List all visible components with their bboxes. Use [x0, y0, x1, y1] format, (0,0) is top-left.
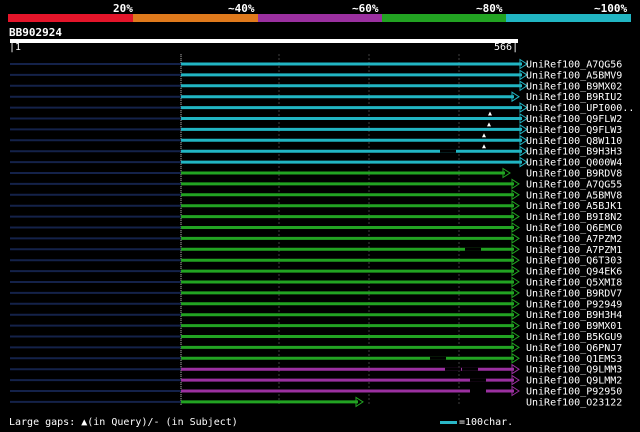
hit-label: UniRef100_A7QG56 [526, 60, 622, 71]
hit-label: UniRef100_A7QG55 [526, 179, 622, 190]
hit-label: UniRef100_B9MX02 [526, 81, 622, 92]
legend-label-20: 20% [113, 2, 133, 15]
legend-label-40: ~40% [228, 2, 255, 15]
hit-label: UniRef100_A7PZM2 [526, 234, 622, 245]
query-end-label: 566| [494, 42, 519, 53]
query-start-label: |1 [9, 42, 22, 53]
hit-label: UniRef100_A7PZM1 [526, 245, 622, 256]
hit-label: UniRef100_Q9LMM2 [526, 376, 622, 387]
hit-label: UniRef100_Q8W110 [526, 136, 622, 147]
identity-legend-bar [8, 14, 631, 22]
hit-label: UniRef100_B9MX01 [526, 321, 622, 332]
hit-label: UniRef100_B9RDV8 [526, 169, 622, 180]
hit-label: UniRef100_Q5XMI8 [526, 278, 622, 289]
hit-label: UniRef100_Q6PNJ7 [526, 343, 622, 354]
query-gap-marker [482, 144, 486, 149]
hit-label: UniRef100_Q9FLW2 [526, 114, 622, 125]
query-gap-marker [482, 133, 486, 138]
hit-label: UniRef100_P92950 [526, 387, 622, 398]
query-name: BB902924 [9, 26, 62, 39]
legend-seg-40 [133, 14, 258, 22]
gaps-legend: Large gaps: ▲(in Query)/- (in Subject) [9, 417, 238, 428]
hit-label: UniRef100_A5BMV8 [526, 190, 622, 201]
alignment-panel: UniRef100_A7QG56UniRef100_A5BMV9UniRef10… [10, 54, 634, 408]
query-bar [10, 39, 518, 43]
hit-label: UniRef100_B9RIU2 [526, 92, 622, 103]
scale-line [440, 420, 457, 424]
query-gap-marker [487, 122, 491, 127]
legend-seg-60 [258, 14, 382, 22]
hit-label: UniRef100_Q6T303 [526, 256, 622, 267]
hit-label: UniRef100_B9RDV7 [526, 288, 622, 299]
hit-label: UniRef100_B5KGU9 [526, 332, 622, 343]
hit-label: UniRef100_B9I8N2 [526, 212, 622, 223]
hit-label: UniRef100_Q9FLW3 [526, 125, 622, 136]
hit-label: UniRef100_Q9LMM3 [526, 365, 622, 376]
query-gap-marker [488, 111, 492, 116]
hit-label: UniRef100_Q1EMS3 [526, 354, 622, 365]
hit-label: UniRef100_A5BJK1 [526, 201, 622, 212]
legend-seg-80 [382, 14, 506, 22]
legend-seg-20 [8, 14, 133, 22]
hit-label: UniRef100_P92949 [526, 299, 622, 310]
hit-label: UniRef100_Q000W4 [526, 158, 622, 169]
legend-label-80: ~80% [476, 2, 503, 15]
hit-label: UniRef100_Q6EMC0 [526, 223, 622, 234]
hit-label: UniRef100_A5BMV9 [526, 70, 622, 81]
hit-label: UniRef100_O23122 [526, 397, 622, 408]
scale-legend: =100char. [440, 417, 513, 428]
legend-label-100: ~100% [594, 2, 628, 15]
hit-label: UniRef100_UPI000.. [526, 103, 634, 114]
legend-seg-100 [506, 14, 631, 22]
hit-label: UniRef100_Q94EK6 [526, 267, 622, 278]
scale-text: =100char. [459, 417, 514, 428]
legend-label-60: ~60% [352, 2, 379, 15]
hit-label: UniRef100_B9H3H3 [526, 147, 622, 158]
hit-label: UniRef100_B9H3H4 [526, 310, 622, 321]
